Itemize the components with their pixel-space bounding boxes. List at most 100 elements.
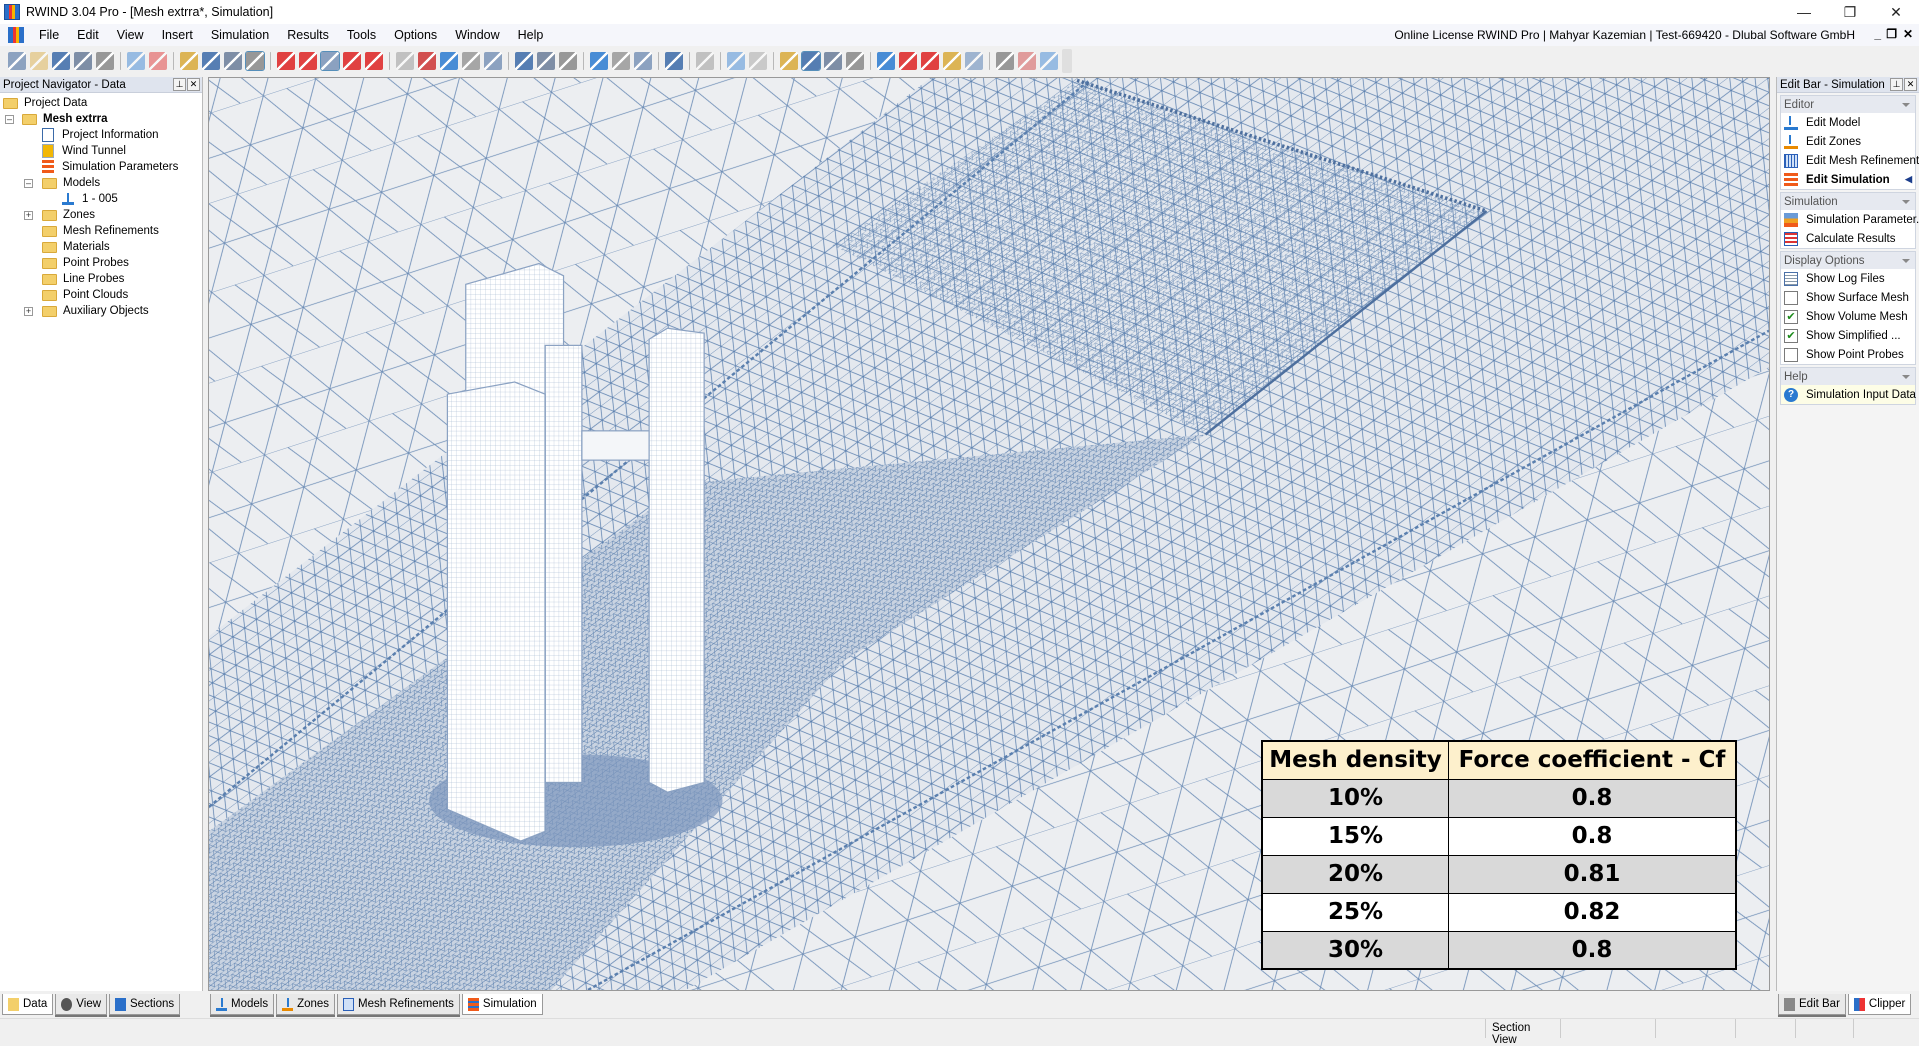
edit-zones-item[interactable]: Edit Zones [1781,132,1915,151]
section-view-status[interactable]: Section View [1485,1019,1560,1046]
collapse-toggle[interactable]: – [24,179,33,188]
pin-button[interactable]: ⊥ [1890,78,1903,91]
edit-mesh-refinements-item[interactable]: Edit Mesh Refinements [1781,151,1919,170]
rotate-left-icon[interactable] [515,51,533,70]
tab-clipper[interactable]: Clipper [1847,994,1912,1015]
tree-materials[interactable]: Materials [42,239,110,255]
rotate-active-icon[interactable] [320,50,340,71]
simulation-input-data-item[interactable]: ? Simulation Input Data [1781,385,1916,404]
mesh-box-icon[interactable] [846,51,864,70]
show-log-files-item[interactable]: Show Log Files [1781,269,1915,288]
select-window-icon[interactable] [202,51,220,70]
scissors-icon[interactable] [1018,51,1036,70]
checkbox-checked[interactable]: ✔ [1784,328,1798,343]
section-header[interactable]: Editor [1781,96,1915,113]
iso-view-icon[interactable] [590,51,608,70]
rotate-icon[interactable] [537,51,555,70]
menu-view[interactable]: View [108,28,153,42]
tree-simulation-parameters[interactable]: Simulation Parameters [42,159,178,175]
menu-file[interactable]: File [30,28,68,42]
section-arrows-icon[interactable] [965,51,983,70]
tree-models[interactable]: Models [42,175,100,191]
tree-line-probes[interactable]: Line Probes [42,271,124,287]
close-panel-button[interactable]: ✕ [1904,78,1917,91]
print-preview-icon[interactable] [74,51,92,70]
tab-simulation[interactable]: Simulation [461,994,543,1015]
tab-models[interactable]: Models [210,994,275,1015]
rotate-red2-icon[interactable] [365,51,383,70]
redo-icon[interactable] [149,51,167,70]
clipper-icon[interactable] [996,51,1014,70]
tree-wind-tunnel[interactable]: Wind Tunnel [42,143,126,159]
rotate-right-icon[interactable] [559,51,577,70]
edit-simulation-item[interactable]: Edit Simulation ◀ [1781,170,1915,189]
delete-red-cube-icon[interactable] [299,51,317,70]
tree-point-probes[interactable]: Point Probes [42,255,129,271]
show-simplified-checkbox[interactable]: ✔ Show Simplified ... [1781,326,1915,345]
edit-model-item[interactable]: Edit Model [1781,113,1915,132]
menu-edit[interactable]: Edit [68,28,108,42]
tree-model-1-005[interactable]: 1 - 005 [62,191,118,207]
render-icon[interactable] [418,51,436,70]
tree-project-information[interactable]: Project Information [42,127,159,143]
show-volume-mesh-checkbox[interactable]: ✔ Show Volume Mesh [1781,307,1915,326]
section-plane-red-icon[interactable] [899,51,917,70]
restore-button[interactable]: ❐ [1827,0,1873,24]
show-point-probes-checkbox[interactable]: Show Point Probes [1781,345,1915,364]
menu-insert[interactable]: Insert [153,28,202,42]
tab-edit-bar[interactable]: Edit Bar [1778,994,1846,1015]
arrows-icon[interactable] [727,51,745,70]
wireframe-icon[interactable] [396,51,414,70]
rotate-red-icon[interactable] [343,51,361,70]
zoom-all-icon[interactable] [484,51,502,70]
tree-zones[interactable]: Zones [42,207,95,223]
new-file-icon[interactable] [8,51,26,70]
select-all-icon[interactable] [180,51,198,70]
print-icon[interactable] [96,51,114,70]
section-header[interactable]: Simulation [1781,193,1915,210]
mdi-close-button[interactable]: ✕ [1903,27,1913,41]
model-active-icon[interactable] [801,50,821,71]
tree-mesh-refinements[interactable]: Mesh Refinements [42,223,159,239]
menu-window[interactable]: Window [446,28,508,42]
section-vertical-icon[interactable] [943,51,961,70]
checkbox-unchecked[interactable] [1784,290,1798,305]
minimize-button[interactable]: — [1781,0,1827,24]
view-front-icon[interactable] [440,51,458,70]
tree-point-clouds[interactable]: Point Clouds [42,287,128,303]
menu-tools[interactable]: Tools [338,28,385,42]
select-box-icon[interactable] [245,50,265,71]
close-button[interactable]: ✕ [1873,0,1919,24]
section-header[interactable]: Display Options [1781,252,1915,269]
checkbox-unchecked[interactable] [1784,347,1798,362]
tab-data[interactable]: Data [2,994,54,1015]
save-icon[interactable] [52,51,70,70]
tree-mesh-extrra[interactable]: Mesh extrra [22,111,108,127]
scissors2-icon[interactable] [1040,51,1058,70]
undo-icon[interactable] [127,51,145,70]
pin-button[interactable]: ⊥ [173,78,186,91]
tree-project-data[interactable]: Project Data [3,95,87,111]
expand-toggle[interactable]: + [24,211,33,220]
expand-toggle[interactable]: + [24,307,33,316]
zoom-icon[interactable] [462,51,480,70]
menu-options[interactable]: Options [385,28,446,42]
collapse-toggle[interactable]: – [5,115,14,124]
tab-zones[interactable]: Zones [276,994,336,1015]
section-cube-icon[interactable] [877,51,895,70]
crosshair-icon[interactable] [224,51,242,70]
section-square-red-icon[interactable] [921,51,939,70]
show-red-cube-icon[interactable] [277,51,295,70]
pen-icon[interactable] [696,51,714,70]
menu-help[interactable]: Help [509,28,553,42]
close-panel-button[interactable]: ✕ [187,78,200,91]
open-folder-icon[interactable] [30,51,48,70]
model-view-icon[interactable] [780,51,798,70]
views-icon[interactable] [612,51,630,70]
mdi-restore-button[interactable]: ❐ [1886,27,1897,41]
solid-cube-dropdown-icon[interactable] [665,51,683,70]
mesh-view-icon[interactable] [824,51,842,70]
calculate-results-item[interactable]: Calculate Results [1781,229,1915,248]
overflow-icon[interactable] [1062,48,1072,73]
menu-simulation[interactable]: Simulation [202,28,278,42]
